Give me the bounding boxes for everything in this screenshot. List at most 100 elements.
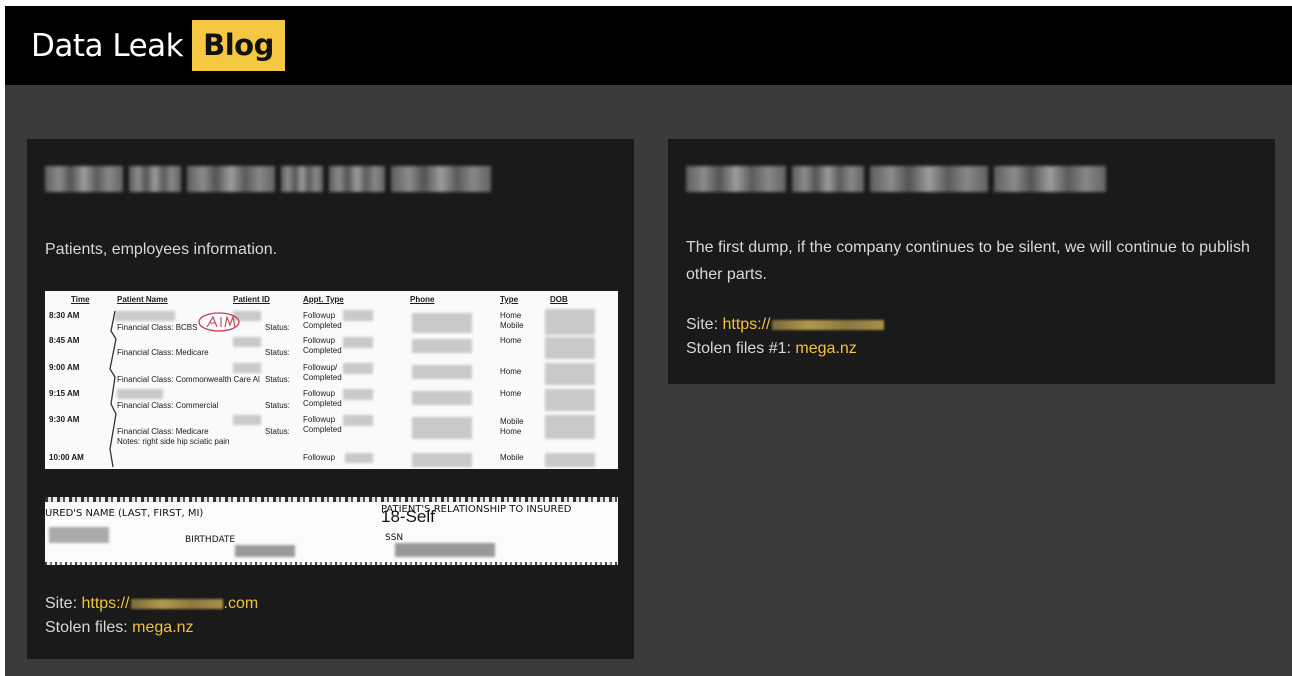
site-label: Site: bbox=[686, 316, 719, 333]
redaction-block bbox=[545, 415, 595, 439]
redaction-block bbox=[545, 363, 595, 385]
row-appt-status: Completed bbox=[303, 373, 342, 382]
row-appt-type: Followup bbox=[303, 453, 336, 462]
logo-text: Data Leak bbox=[31, 27, 184, 64]
page-background: Data Leak Blog Patients, employees infor… bbox=[5, 6, 1292, 676]
site-link-suffix: .com bbox=[223, 595, 259, 612]
row-time: 9:00 AM bbox=[49, 363, 80, 372]
pen-mark-line bbox=[109, 310, 117, 468]
redaction-block bbox=[395, 543, 495, 557]
post-card: The first dump, if the company continues… bbox=[668, 139, 1275, 384]
row-appt-type: Followup/ bbox=[303, 363, 338, 372]
redaction-block bbox=[412, 365, 472, 379]
redaction-block bbox=[235, 545, 295, 557]
redaction-block bbox=[412, 339, 472, 353]
row-financial-class: Financial Class: Commercial bbox=[117, 401, 219, 410]
redaction-block bbox=[412, 453, 472, 467]
files-line: Stolen files #1: mega.nz bbox=[686, 337, 885, 361]
col-header-appt-type: Appt. Type bbox=[303, 295, 344, 304]
site-label: Site: bbox=[45, 595, 78, 612]
col-header-type: Type bbox=[500, 295, 519, 304]
stolen-files-link[interactable]: mega.nz bbox=[132, 619, 193, 636]
row-financial-class: Financial Class: Medicare bbox=[117, 427, 209, 436]
row-appt-status: Completed bbox=[303, 425, 342, 434]
col-header-phone: Phone bbox=[410, 295, 435, 304]
site-link[interactable]: https:// .com bbox=[81, 595, 258, 612]
row-type-1: Home bbox=[500, 336, 522, 345]
post-links: Site: https:// .com Stolen files: mega.nz bbox=[45, 592, 258, 640]
row-time: 8:30 AM bbox=[49, 311, 80, 320]
post-title-redacted[interactable] bbox=[45, 166, 491, 192]
row-status-label: Status: bbox=[265, 348, 290, 357]
redaction-block bbox=[412, 391, 472, 405]
handwritten-initials-stamp bbox=[198, 312, 240, 332]
redaction-block bbox=[233, 337, 261, 347]
site-line: Site: https:// .com bbox=[45, 592, 258, 616]
redacted-domain bbox=[771, 319, 884, 330]
site-link-prefix: https:// bbox=[81, 595, 130, 612]
row-financial-class: Financial Class: Commonwealth Care Al bbox=[117, 375, 260, 384]
row-appt-type: Followup bbox=[303, 389, 336, 398]
redaction-block bbox=[343, 337, 373, 348]
redaction-block bbox=[545, 453, 595, 467]
col-header-patient-name: Patient Name bbox=[117, 295, 168, 304]
files-label: Stolen files: bbox=[45, 619, 128, 636]
redaction-block bbox=[233, 363, 261, 373]
redaction-block bbox=[343, 389, 373, 400]
redaction-block bbox=[343, 415, 373, 426]
post-title-redacted[interactable] bbox=[686, 166, 1106, 192]
ssn-label: SSN bbox=[385, 533, 404, 543]
scan-artifact-bottom bbox=[45, 562, 618, 565]
site-logo[interactable]: Data Leak Blog bbox=[31, 20, 285, 71]
post-description: Patients, employees information. bbox=[45, 241, 278, 258]
site-link[interactable]: https:// bbox=[722, 316, 884, 333]
row-appt-status: Completed bbox=[303, 399, 342, 408]
row-time: 9:15 AM bbox=[49, 389, 80, 398]
leaked-schedule-image: Time Patient Name Patient ID Appt. Type … bbox=[45, 291, 618, 469]
row-type-1: Home bbox=[500, 367, 522, 376]
redaction-block bbox=[545, 389, 595, 411]
row-financial-class: Financial Class: Medicare bbox=[117, 348, 209, 357]
col-header-patient-id: Patient ID bbox=[233, 295, 270, 304]
redaction-block bbox=[412, 313, 472, 333]
redaction-block bbox=[345, 453, 373, 463]
row-appt-type: Followup bbox=[303, 311, 336, 320]
post-description: The first dump, if the company continues… bbox=[686, 239, 1250, 283]
redaction-block bbox=[545, 309, 595, 335]
row-type-2: Home bbox=[500, 427, 522, 436]
relationship-value: 18-Self bbox=[381, 507, 435, 526]
row-type-1: Home bbox=[500, 311, 522, 320]
logo-badge: Blog bbox=[192, 20, 285, 71]
redaction-block bbox=[233, 415, 261, 425]
insured-name-label: URED'S NAME (LAST, FIRST, MI) bbox=[45, 508, 204, 519]
post-links: Site: https:// Stolen files #1: mega.nz bbox=[686, 313, 885, 361]
col-header-time: Time bbox=[71, 295, 90, 304]
site-link-prefix: https:// bbox=[722, 316, 771, 333]
redacted-domain bbox=[130, 598, 223, 609]
files-line: Stolen files: mega.nz bbox=[45, 616, 258, 640]
row-status-label: Status: bbox=[265, 401, 290, 410]
row-time: 10:00 AM bbox=[49, 453, 84, 462]
stolen-files-link[interactable]: mega.nz bbox=[795, 340, 856, 357]
birthdate-label: BIRTHDATE bbox=[185, 535, 236, 545]
row-appt-type: Followup bbox=[303, 415, 336, 424]
row-status-label: Status: bbox=[265, 375, 290, 384]
col-header-dob: DOB bbox=[550, 295, 568, 304]
row-type-2: Mobile bbox=[500, 321, 524, 330]
row-appt-status: Completed bbox=[303, 346, 342, 355]
row-type-1: Mobile bbox=[500, 417, 524, 426]
site-line: Site: https:// bbox=[686, 313, 885, 337]
redaction-block bbox=[343, 363, 373, 374]
site-header: Data Leak Blog bbox=[5, 6, 1292, 85]
scan-artifact-top bbox=[45, 497, 618, 502]
row-appt-type: Followup bbox=[303, 336, 336, 345]
row-type-1: Mobile bbox=[500, 453, 524, 462]
row-time: 9:30 AM bbox=[49, 415, 80, 424]
row-type-1: Home bbox=[500, 389, 522, 398]
row-status-label: Status: bbox=[265, 323, 290, 332]
row-status-label: Status: bbox=[265, 427, 290, 436]
redaction-block bbox=[545, 337, 595, 359]
redaction-block bbox=[117, 389, 163, 399]
leaked-insurance-form-image: URED'S NAME (LAST, FIRST, MI) PATIENT'S … bbox=[45, 497, 618, 565]
redaction-block bbox=[49, 527, 109, 543]
